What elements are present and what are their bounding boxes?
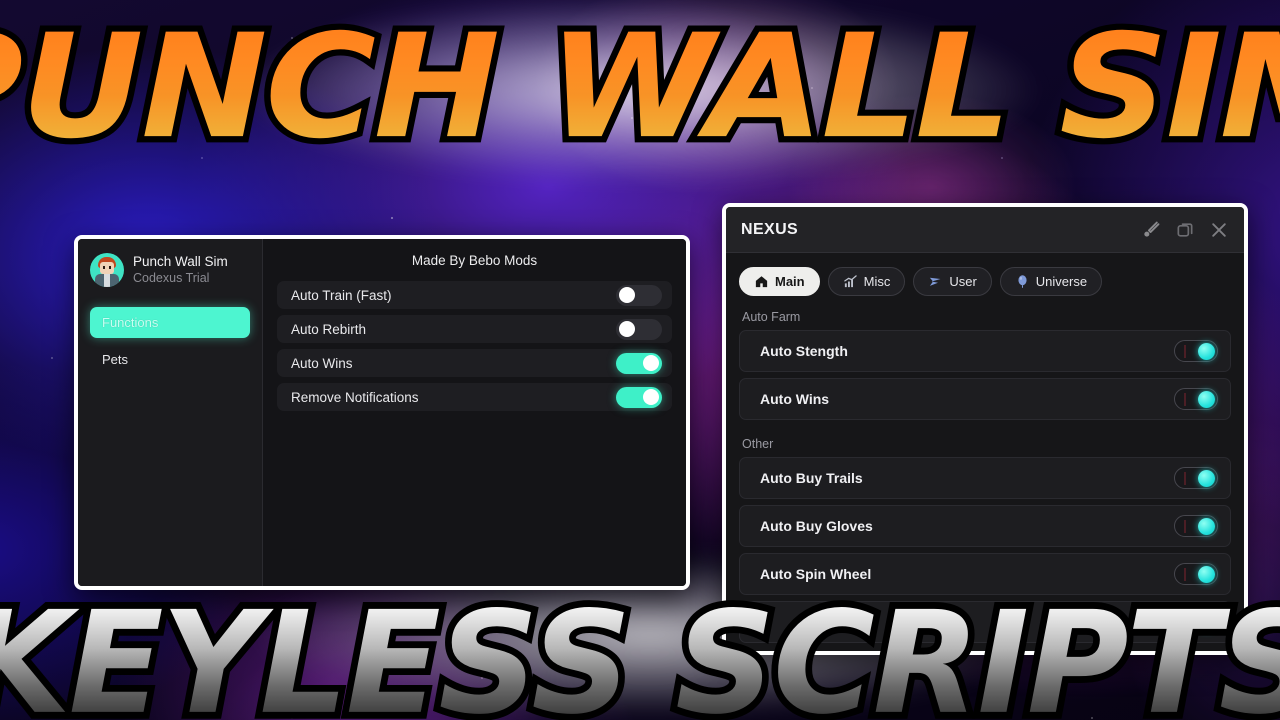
toggle-row-auto-buy-gloves[interactable]: Auto Buy Gloves bbox=[739, 505, 1231, 547]
toggle-row-auto-wins[interactable]: Auto Wins bbox=[739, 378, 1231, 420]
toggle-switch-auto-stength[interactable] bbox=[1174, 340, 1218, 362]
banner-title-top: PUNCH WALL SIM PUNCH WALL SIM bbox=[0, 10, 1280, 166]
tab-universe-label: Universe bbox=[1035, 274, 1088, 289]
section-heading-other: Other bbox=[742, 437, 774, 451]
toggle-row-auto-wins[interactable]: Auto Wins bbox=[277, 349, 672, 377]
toggle-switch-auto-wins[interactable] bbox=[616, 352, 662, 374]
toggle-switch-auto-buy-trails[interactable] bbox=[1174, 467, 1218, 489]
codexus-profile: Punch Wall Sim Codexus Trial bbox=[90, 253, 250, 287]
nexus-title: NEXUS bbox=[741, 220, 799, 238]
banner-title-bottom: KEYLESS SCRIPTS KEYLESS SCRIPTS bbox=[0, 586, 1280, 720]
chart-up-icon bbox=[843, 275, 857, 288]
toggle-row-auto-buy-trails[interactable]: Auto Buy Trails bbox=[739, 457, 1231, 499]
tab-user-label: User bbox=[949, 274, 977, 289]
close-icon[interactable] bbox=[1209, 220, 1229, 240]
codexus-subtitle: Codexus Trial bbox=[133, 270, 210, 285]
toggle-label: Auto Wins bbox=[291, 355, 353, 371]
codexus-game-name: Punch Wall Sim bbox=[133, 253, 228, 269]
tab-main-label: Main bbox=[775, 274, 805, 289]
nexus-titlebar[interactable]: NEXUS bbox=[726, 207, 1244, 253]
send-icon bbox=[930, 277, 941, 286]
toggle-label: Auto Spin Wheel bbox=[760, 566, 872, 582]
copy-icon[interactable] bbox=[1175, 220, 1195, 240]
tab-universe[interactable]: Universe bbox=[999, 267, 1103, 296]
toggle-row-remove-notifications[interactable]: Remove Notifications bbox=[277, 383, 672, 411]
roblox-avatar-icon bbox=[90, 253, 124, 287]
home-icon bbox=[755, 276, 768, 288]
toggle-switch-auto-train-fast[interactable] bbox=[616, 284, 662, 306]
brush-icon[interactable] bbox=[1141, 220, 1161, 240]
balloon-icon bbox=[1018, 275, 1027, 288]
toggle-label: Auto Wins bbox=[760, 391, 830, 407]
tab-main[interactable]: Main bbox=[739, 267, 820, 296]
section-heading-auto-farm: Auto Farm bbox=[742, 310, 801, 324]
toggle-label: Remove Notifications bbox=[291, 389, 419, 405]
toggle-label: Auto Rebirth bbox=[291, 321, 367, 337]
toggle-label: Auto Buy Trails bbox=[760, 470, 863, 486]
banner-title-bottom-fill: KEYLESS SCRIPTS bbox=[0, 582, 1280, 720]
toggle-label: Auto Buy Gloves bbox=[760, 518, 873, 534]
tab-misc-label: Misc bbox=[863, 274, 891, 289]
toggle-switch-remove-notifications[interactable] bbox=[616, 386, 662, 408]
codexus-main-panel: Made By Bebo Mods Auto Train (Fast) Auto… bbox=[263, 239, 686, 586]
codexus-credit-text: Made By Bebo Mods bbox=[411, 253, 538, 268]
toggle-row-auto-rebirth[interactable]: Auto Rebirth bbox=[277, 315, 672, 343]
tab-user[interactable]: User bbox=[913, 267, 992, 296]
banner-title-top-fill: PUNCH WALL SIM bbox=[0, 4, 1280, 171]
toggle-row-auto-train-fast[interactable]: Auto Train (Fast) bbox=[277, 281, 672, 309]
toggle-label: Auto Train (Fast) bbox=[291, 287, 392, 303]
tab-misc[interactable]: Misc bbox=[827, 267, 906, 296]
toggle-switch-auto-wins[interactable] bbox=[1174, 388, 1218, 410]
sidebar-item-pets[interactable]: Pets bbox=[90, 344, 250, 375]
codexus-sidebar: Punch Wall Sim Codexus Trial Functions P… bbox=[78, 239, 263, 586]
toggle-row-auto-stength[interactable]: Auto Stength bbox=[739, 330, 1231, 372]
nexus-tab-bar: Main Misc User Universe bbox=[739, 267, 1231, 296]
toggle-label: Auto Stength bbox=[760, 343, 848, 359]
sidebar-item-functions[interactable]: Functions bbox=[90, 307, 250, 338]
codexus-window[interactable]: Punch Wall Sim Codexus Trial Functions P… bbox=[74, 235, 690, 590]
toggle-switch-auto-rebirth[interactable] bbox=[616, 318, 662, 340]
toggle-switch-auto-buy-gloves[interactable] bbox=[1174, 515, 1218, 537]
